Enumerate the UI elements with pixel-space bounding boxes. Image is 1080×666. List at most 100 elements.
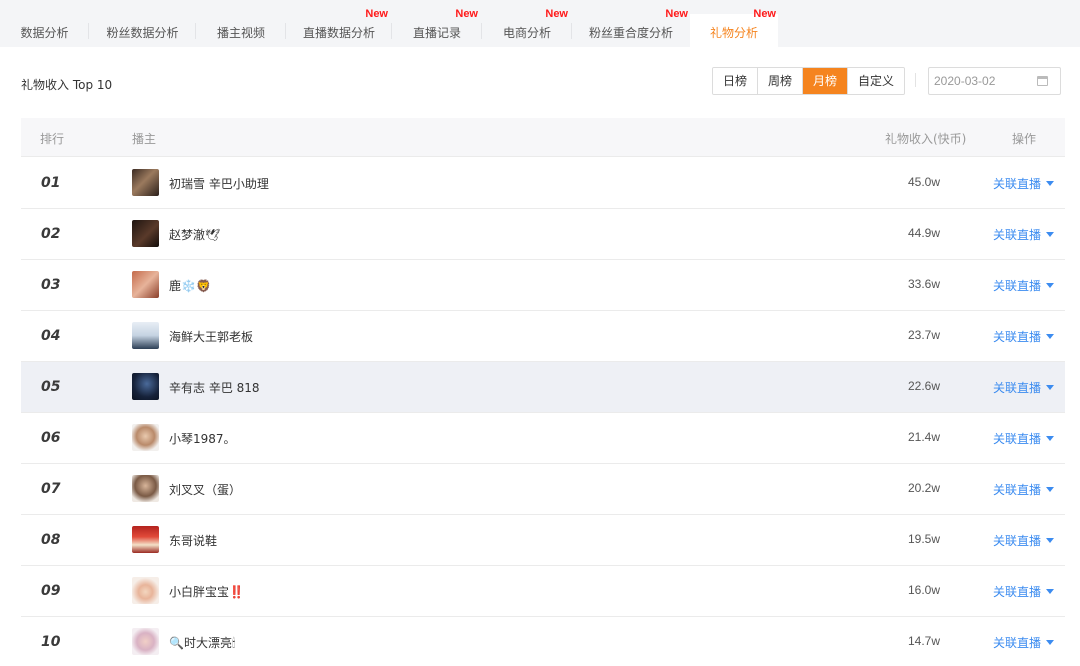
related-live-label: 关联直播 [993,483,1042,497]
table-row: 09 小白胖宝宝‼️ 16.0w 关联直播 [21,566,1065,617]
caret-down-icon [1046,334,1055,339]
streamer-name[interactable]: 东哥说鞋 [169,532,217,549]
streamer-name[interactable]: 初瑞雪 辛巴小助理 [169,175,269,192]
related-live-dropdown[interactable]: 关联直播 [993,175,1055,192]
rank-number: 08 [41,532,61,548]
table-row: 10 🔍时大漂亮🕯 14.7w 关联直播 [21,617,1065,666]
tab-label: 电商分析 [502,26,551,40]
header-streamer: 播主 [132,132,157,146]
avatar[interactable] [132,169,159,196]
caret-down-icon [1046,283,1055,288]
related-live-dropdown[interactable]: 关联直播 [993,583,1055,600]
table-row: 08 东哥说鞋 19.5w 关联直播 [21,515,1065,566]
range-daily-button[interactable]: 日榜 [713,68,759,94]
related-live-dropdown[interactable]: 关联直播 [993,379,1055,396]
avatar[interactable] [132,322,159,349]
related-live-dropdown[interactable]: 关联直播 [993,532,1055,549]
related-live-dropdown[interactable]: 关联直播 [993,277,1055,294]
table-row: 01 初瑞雪 辛巴小助理 45.0w 关联直播 [21,158,1065,209]
avatar[interactable] [132,628,159,655]
gift-income: 16.0w [907,583,940,597]
range-monthly-button[interactable]: 月榜 [803,68,849,94]
rank-number: 06 [41,430,61,446]
avatar[interactable] [132,220,159,247]
tab-fans-analysis[interactable]: 粉丝数据分析 [89,14,196,47]
streamer-name[interactable]: 海鲜大王郭老板 [169,328,253,345]
table-row: 04 海鲜大王郭老板 23.7w 关联直播 [21,311,1065,362]
related-live-label: 关联直播 [993,381,1042,395]
streamer-name[interactable]: 赵梦澈🕊 [169,226,220,243]
table-row: 05 辛有志 辛巴 818 22.6w 关联直播 [21,362,1065,413]
related-live-label: 关联直播 [993,585,1042,599]
tab-label: 播主视频 [216,26,265,40]
new-badge: New [365,8,388,20]
caret-down-icon [1046,436,1055,441]
related-live-label: 关联直播 [993,330,1042,344]
rank-number: 03 [41,277,61,293]
gift-income: 22.6w [907,379,940,393]
tab-label: 粉丝数据分析 [106,26,179,40]
tab-label: 粉丝重合度分析 [588,26,673,40]
related-live-dropdown[interactable]: 关联直播 [993,481,1055,498]
header-action: 操作 [1012,132,1037,146]
related-live-label: 关联直播 [993,432,1042,446]
rank-number: 07 [41,481,61,497]
table-row: 06 小琴1987。 21.4w 关联直播 [21,413,1065,464]
caret-down-icon [1046,232,1055,237]
rank-number: 10 [41,634,61,650]
table-row: 03 鹿❄️🦁 33.6w 关联直播 [21,260,1065,311]
range-weekly-button[interactable]: 周榜 [758,68,804,94]
related-live-dropdown[interactable]: 关联直播 [993,430,1055,447]
gift-income: 20.2w [907,481,940,495]
new-badge: New [455,8,478,20]
related-live-dropdown[interactable]: 关联直播 [993,328,1055,345]
rank-number: 02 [41,226,61,242]
date-picker-input[interactable]: 2020-03-02 [928,67,1061,95]
tab-fans-overlap-analysis[interactable]: New 粉丝重合度分析 [572,8,690,47]
tab-label: 直播数据分析 [302,26,375,40]
avatar[interactable] [132,475,159,502]
rank-number: 04 [41,328,61,344]
related-live-label: 关联直播 [993,279,1042,293]
streamer-name[interactable]: 🔍时大漂亮🕯 [169,634,235,651]
toolbar-divider [915,73,916,87]
tab-data-analysis[interactable]: 数据分析 [0,14,89,47]
gift-income: 44.9w [907,226,940,240]
avatar[interactable] [132,424,159,451]
table-row: 07 刘叉叉（蛋） 20.2w 关联直播 [21,464,1065,515]
streamer-name[interactable]: 辛有志 辛巴 818 [169,379,260,396]
tab-live-data-analysis[interactable]: New 直播数据分析 [286,8,392,47]
gift-income: 45.0w [907,175,940,189]
rank-number: 09 [41,583,61,599]
table-row: 02 赵梦澈🕊 44.9w 关联直播 [21,209,1065,260]
new-badge: New [545,8,568,20]
streamer-name[interactable]: 小琴1987。 [169,430,236,447]
streamer-name[interactable]: 小白胖宝宝‼️ [169,583,244,600]
avatar[interactable] [132,373,159,400]
gift-income: 33.6w [907,277,940,291]
related-live-label: 关联直播 [993,636,1042,650]
related-live-label: 关联直播 [993,177,1042,191]
caret-down-icon [1046,538,1055,543]
calendar-icon [1037,76,1048,86]
tab-gift-analysis[interactable]: New 礼物分析 [690,8,778,47]
streamer-name[interactable]: 刘叉叉（蛋） [169,481,241,498]
avatar[interactable] [132,271,159,298]
streamer-name[interactable]: 鹿❄️🦁 [169,277,211,294]
section-title: 礼物收入 Top 10 [21,78,113,92]
avatar[interactable] [132,577,159,604]
rank-number: 05 [41,379,61,395]
related-live-dropdown[interactable]: 关联直播 [993,634,1055,651]
date-value: 2020-03-02 [934,74,996,88]
caret-down-icon [1046,589,1055,594]
tab-streamer-videos[interactable]: 播主视频 [196,14,286,47]
tab-live-records[interactable]: New 直播记录 [392,8,482,47]
related-live-dropdown[interactable]: 关联直播 [993,226,1055,243]
range-custom-button[interactable]: 自定义 [848,68,905,94]
tab-label: 数据分析 [20,26,69,40]
gift-income: 19.5w [907,532,940,546]
avatar[interactable] [132,526,159,553]
table-header: 排行 播主 礼物收入(快币) 操作 [21,118,1065,157]
gift-income: 14.7w [907,634,940,648]
tab-ecommerce-analysis[interactable]: New 电商分析 [482,8,572,47]
